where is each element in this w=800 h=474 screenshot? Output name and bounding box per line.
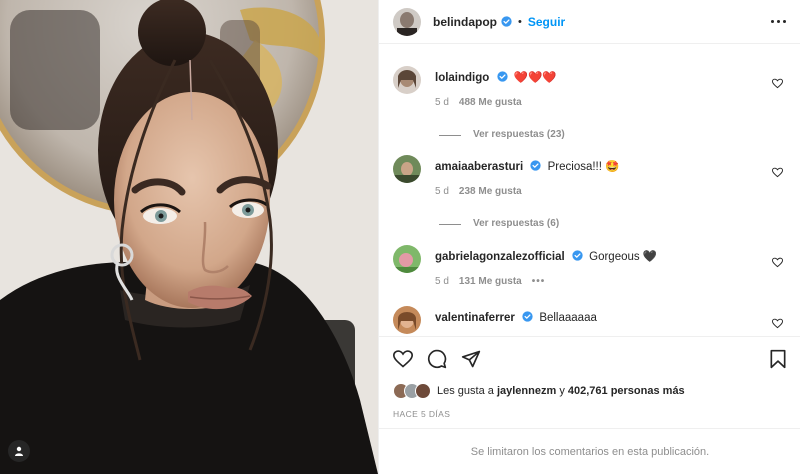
comment-item: valentinaferrer Bellaaaaaa xyxy=(393,306,787,334)
heart-icon[interactable] xyxy=(772,78,783,89)
save-icon[interactable] xyxy=(769,349,787,369)
comments-list[interactable]: lolaindigo ❤️❤️❤️ 5 d 488 Me gusta Ver r… xyxy=(379,45,800,336)
comment-username[interactable]: lolaindigo xyxy=(435,72,489,84)
comment-username[interactable]: valentinaferrer xyxy=(435,312,515,324)
view-replies-label: Ver respuestas (23) xyxy=(473,129,565,140)
post-modal: belindapop • Seguir lolaindigo ❤️❤️❤️ 5 … xyxy=(0,0,800,474)
comment-icon[interactable] xyxy=(427,349,447,369)
comment-likes[interactable]: 238 Me gusta xyxy=(459,185,522,199)
likes-prefix: Les gusta a xyxy=(437,385,494,397)
heart-icon[interactable] xyxy=(772,318,783,329)
verified-badge-icon xyxy=(530,160,542,171)
view-replies-button[interactable]: Ver respuestas (23) xyxy=(439,128,787,142)
heart-icon[interactable] xyxy=(772,167,783,178)
author-avatar[interactable] xyxy=(393,7,421,36)
comment-item: gabrielagonzalezofficial Gorgeous 🖤 5 d … xyxy=(393,245,787,289)
likes-summary[interactable]: Les gusta a jaylennezm y 402,761 persona… xyxy=(379,381,800,401)
likes-count[interactable]: 402,761 personas más xyxy=(568,385,685,397)
likes-user[interactable]: jaylennezm xyxy=(497,385,556,397)
share-icon[interactable] xyxy=(461,349,481,369)
comment-time: 5 d xyxy=(435,186,449,197)
replies-divider xyxy=(439,223,461,225)
likes-connector: y xyxy=(559,385,565,397)
comments-limited-notice: Se limitaron los comentarios en esta pub… xyxy=(379,428,800,474)
liker-avatars xyxy=(393,383,431,399)
comment-time: 5 d xyxy=(435,97,449,108)
comment-username[interactable]: gabrielagonzalezofficial xyxy=(435,251,565,263)
comment-text: ❤️❤️❤️ xyxy=(513,72,557,84)
user-tag-button[interactable] xyxy=(8,440,30,462)
liker-avatar xyxy=(415,383,431,399)
heart-icon[interactable] xyxy=(772,257,783,268)
post-header: belindapop • Seguir xyxy=(379,0,800,44)
comment-text: Bellaaaaaa xyxy=(539,312,597,324)
view-replies-label: Ver respuestas (6) xyxy=(473,218,560,229)
verified-badge-icon xyxy=(496,71,508,82)
comment-options-icon[interactable]: ••• xyxy=(532,275,546,289)
post-date[interactable]: HACE 5 DÍAS xyxy=(379,401,800,419)
verified-badge-icon xyxy=(501,16,512,27)
follow-button[interactable]: Seguir xyxy=(528,15,565,29)
comment-likes[interactable]: 131 Me gusta xyxy=(459,275,522,289)
heart-icon[interactable] xyxy=(393,349,413,369)
replies-divider xyxy=(439,134,461,136)
post-actions: Les gusta a jaylennezm y 402,761 persona… xyxy=(379,336,800,419)
comment-likes[interactable]: 488 Me gusta xyxy=(459,96,522,110)
verified-badge-icon xyxy=(572,250,583,261)
comment-item: amaiaaberasturi Preciosa!!! 🤩 5 d 238 Me… xyxy=(393,155,787,231)
comment-avatar[interactable] xyxy=(393,66,421,94)
post-photo[interactable] xyxy=(0,0,378,474)
portrait-image xyxy=(0,0,378,474)
comment-avatar[interactable] xyxy=(393,245,421,273)
post-details-panel: belindapop • Seguir lolaindigo ❤️❤️❤️ 5 … xyxy=(378,0,800,474)
more-options-icon[interactable] xyxy=(771,14,786,29)
comment-time: 5 d xyxy=(435,276,449,287)
comment-text: Gorgeous 🖤 xyxy=(589,251,658,263)
verified-badge-icon xyxy=(522,311,533,322)
comment-item: lolaindigo ❤️❤️❤️ 5 d 488 Me gusta Ver r… xyxy=(393,66,787,142)
user-tag-icon xyxy=(15,446,23,456)
comment-avatar[interactable] xyxy=(393,306,421,334)
view-replies-button[interactable]: Ver respuestas (6) xyxy=(439,217,787,231)
comment-text: Preciosa!!! 🤩 xyxy=(547,161,620,173)
author-username[interactable]: belindapop xyxy=(433,15,497,29)
comment-username[interactable]: amaiaaberasturi xyxy=(435,161,523,173)
dot-separator: • xyxy=(518,15,522,28)
comment-avatar[interactable] xyxy=(393,155,421,183)
